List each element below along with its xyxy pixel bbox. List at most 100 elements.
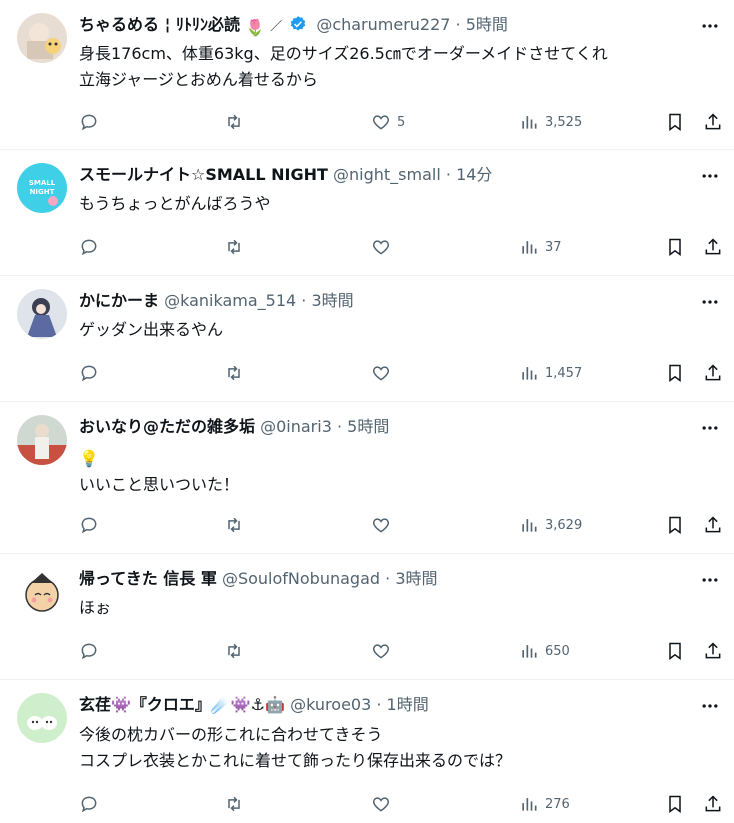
reply-button[interactable]: [79, 792, 99, 816]
display-name[interactable]: 玄荏👾『クロエ』☄️👾⚓🤖: [79, 695, 285, 714]
handle[interactable]: @kuroe03: [290, 695, 371, 714]
reply-button[interactable]: [79, 235, 99, 259]
like-icon: [372, 518, 390, 533]
like-button[interactable]: [371, 235, 391, 259]
display-name[interactable]: 帰ってきた 信長 軍: [79, 569, 217, 588]
avatar[interactable]: [17, 693, 67, 743]
handle[interactable]: @0inari3: [260, 417, 332, 436]
views-button[interactable]: 37: [519, 235, 562, 259]
tweet-text: 今後の枕カバーの形これに合わせてきそう コスプレ衣装とかこれに着せて飾ったり保存…: [79, 722, 714, 774]
timestamp[interactable]: 5時間: [347, 417, 389, 436]
timestamp[interactable]: 5時間: [466, 15, 508, 34]
tweet-card[interactable]: おいなり@ただの雑多垢 @0inari3 · 5時間 💡 いいこと思いついた！ …: [0, 402, 734, 554]
views-button[interactable]: 3,525: [519, 110, 582, 134]
share-button[interactable]: [703, 361, 723, 385]
pen-icon: ／: [270, 19, 283, 33]
timestamp[interactable]: 3時間: [311, 291, 353, 310]
tweet-card[interactable]: ちゃるめる ¦ ﾘﾄﾘﾝ必読 🌷 ／ @charumeru227 · 5時間 身…: [0, 0, 734, 150]
more-icon[interactable]: [698, 14, 722, 38]
reply-button[interactable]: [79, 110, 99, 134]
tweet-text: ほぉ: [79, 595, 714, 621]
like-button[interactable]: 5: [371, 110, 405, 134]
tweet-text-line: いいこと思いついた！: [79, 475, 240, 494]
display-name[interactable]: スモールナイト☆SMALL NIGHT: [79, 165, 328, 184]
share-button[interactable]: [703, 792, 723, 816]
view-count: 3,525: [545, 114, 583, 130]
share-icon: [705, 238, 721, 255]
handle[interactable]: @charumeru227: [316, 15, 450, 34]
like-count: 5: [397, 114, 406, 130]
display-name[interactable]: かにかーま: [79, 291, 159, 310]
like-button[interactable]: [371, 639, 391, 663]
share-button[interactable]: [703, 235, 723, 259]
more-icon[interactable]: [698, 164, 722, 188]
like-button[interactable]: [371, 361, 391, 385]
share-button[interactable]: [703, 639, 723, 663]
tweet-text-line: 立海ジャージとおめん着せるから: [79, 70, 318, 89]
retweet-button[interactable]: [224, 792, 244, 816]
retweet-button[interactable]: [224, 639, 244, 663]
view-count: 37: [545, 239, 562, 255]
bookmark-button[interactable]: [665, 235, 685, 259]
reply-button[interactable]: [79, 361, 99, 385]
retweet-button[interactable]: [224, 361, 244, 385]
share-button[interactable]: [703, 513, 723, 537]
more-icon[interactable]: [698, 416, 722, 440]
views-icon: [522, 798, 537, 811]
bookmark-button[interactable]: [665, 639, 685, 663]
avatar[interactable]: SMALL NIGHT: [17, 163, 67, 213]
timestamp[interactable]: 3時間: [395, 569, 437, 588]
views-button[interactable]: 650: [519, 639, 570, 663]
tweet-text: もうちょっとがんばろうや: [79, 191, 714, 217]
avatar[interactable]: [17, 567, 67, 617]
tweet-header: 帰ってきた 信長 軍 @SoulofNobunagad · 3時間: [79, 569, 438, 588]
share-button[interactable]: [703, 110, 723, 134]
views-button[interactable]: 276: [519, 792, 570, 816]
handle[interactable]: @night_small: [333, 165, 441, 184]
reply-button[interactable]: [79, 639, 99, 663]
handle[interactable]: @SoulofNobunagad: [222, 569, 380, 588]
display-name[interactable]: ちゃるめる ¦ ﾘﾄﾘﾝ必読: [79, 15, 240, 34]
tulip-icon: 🌷: [245, 18, 266, 37]
reply-button[interactable]: [79, 513, 99, 537]
avatar[interactable]: [17, 13, 67, 63]
views-icon: [522, 241, 537, 254]
handle[interactable]: @kanikama_514: [164, 291, 296, 310]
like-button[interactable]: [371, 513, 391, 537]
views-button[interactable]: 3,629: [519, 513, 582, 537]
bookmark-icon: [669, 238, 681, 256]
tweet-header: スモールナイト☆SMALL NIGHT @night_small · 14分: [79, 165, 493, 184]
tweet-card[interactable]: SMALL NIGHT スモールナイト☆SMALL NIGHT @night_sm…: [0, 150, 734, 276]
action-bar: 5 3,525: [79, 110, 724, 134]
avatar[interactable]: [17, 415, 67, 465]
more-icon[interactable]: [698, 694, 722, 718]
views-icon: [522, 645, 537, 658]
retweet-button[interactable]: [224, 513, 244, 537]
tweet-card[interactable]: 玄荏👾『クロエ』☄️👾⚓🤖 @kuroe03 · 1時間 今後の枕カバーの形これ…: [0, 680, 734, 823]
timestamp[interactable]: 1時間: [387, 695, 429, 714]
bookmark-button[interactable]: [665, 792, 685, 816]
tweet-header: 玄荏👾『クロエ』☄️👾⚓🤖 @kuroe03 · 1時間: [79, 695, 429, 714]
retweet-button[interactable]: [224, 110, 244, 134]
tweet-text-line: コスプレ衣装とかこれに着せて飾ったり保存出来るのでは？: [79, 751, 512, 770]
like-icon: [372, 797, 390, 812]
views-button[interactable]: 1,457: [519, 361, 582, 385]
action-bar: 650: [79, 639, 724, 663]
more-icon[interactable]: [698, 290, 722, 314]
reply-icon: [81, 643, 97, 660]
display-name[interactable]: おいなり@ただの雑多垢: [79, 417, 255, 436]
bookmark-icon: [669, 364, 681, 382]
tweet-card[interactable]: かにかーま @kanikama_514 · 3時間 ゲッダン出来るやん 1,45…: [0, 276, 734, 402]
view-count: 650: [545, 643, 570, 659]
share-icon: [705, 516, 721, 533]
bookmark-button[interactable]: [665, 361, 685, 385]
bookmark-button[interactable]: [665, 513, 685, 537]
retweet-button[interactable]: [224, 235, 244, 259]
like-icon: [372, 115, 390, 130]
timestamp[interactable]: 14分: [456, 165, 492, 184]
bookmark-button[interactable]: [665, 110, 685, 134]
like-button[interactable]: [371, 792, 391, 816]
tweet-card[interactable]: 帰ってきた 信長 軍 @SoulofNobunagad · 3時間 ほぉ 650: [0, 554, 734, 680]
more-icon[interactable]: [698, 568, 722, 592]
avatar[interactable]: [17, 289, 67, 339]
